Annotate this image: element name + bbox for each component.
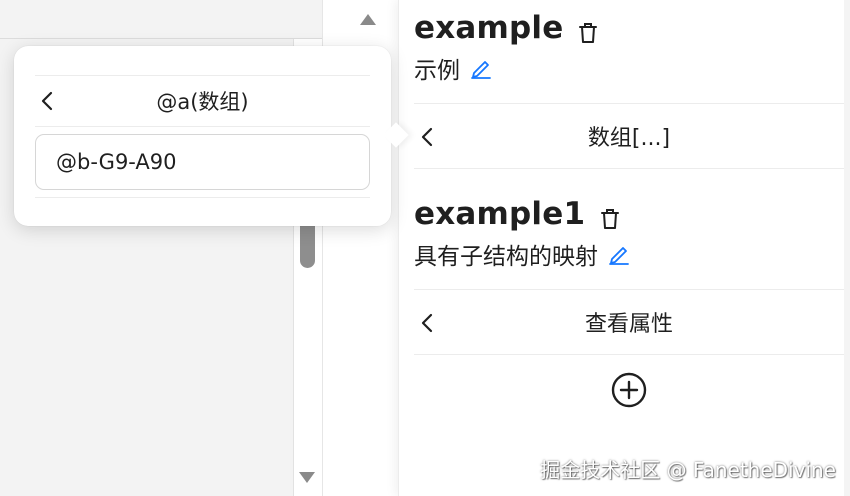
entry-title: example — [414, 10, 564, 46]
divider — [35, 126, 370, 127]
chevron-left-icon[interactable] — [420, 126, 434, 148]
divider — [35, 197, 370, 198]
entry-example1: example1 具有子结构的映射 — [414, 194, 844, 272]
watermark: 掘金技术社区 @ FanetheDivine — [540, 458, 836, 482]
entry-description: 示例 — [414, 58, 460, 84]
value-input[interactable]: @b-G9-A90 — [35, 134, 370, 190]
panel-edge — [844, 0, 850, 496]
plus-circle-icon[interactable] — [611, 372, 647, 408]
popover-title: @a(数组) — [156, 90, 249, 114]
scroll-down-arrow-icon[interactable] — [299, 472, 315, 483]
trash-icon[interactable] — [599, 207, 621, 231]
app-window: example 示例 数组[...] example1 具有子结构的映射 查看属… — [0, 0, 850, 496]
entry-description: 具有子结构的映射 — [414, 244, 598, 270]
divider — [35, 75, 370, 76]
entry-title: example1 — [414, 196, 586, 232]
edit-popover: @a(数组) @b-G9-A90 — [14, 46, 409, 226]
scroll-up-arrow-icon[interactable] — [360, 14, 376, 25]
entry-example: example 示例 — [414, 8, 844, 86]
nav-row-properties[interactable]: 查看属性 — [414, 289, 844, 355]
chevron-left-icon[interactable] — [420, 312, 434, 334]
pencil-icon[interactable] — [608, 243, 630, 265]
divider — [0, 38, 322, 39]
nav-row-label: 查看属性 — [584, 312, 673, 337]
detail-panel: example 示例 数组[...] example1 具有子结构的映射 查看属… — [398, 0, 850, 496]
trash-icon[interactable] — [577, 21, 599, 45]
nav-row-array[interactable]: 数组[...] — [414, 103, 844, 169]
pencil-icon[interactable] — [470, 57, 492, 79]
nav-row-label: 数组[...] — [587, 126, 671, 151]
